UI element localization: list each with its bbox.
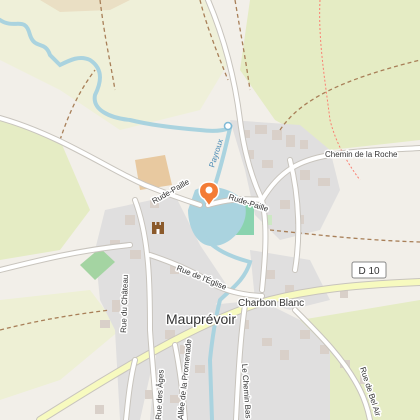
building — [286, 135, 295, 147]
building — [130, 250, 141, 259]
map-svg[interactable]: D 10 Chemin de la Roche Rude-Paille Rude… — [0, 0, 420, 420]
map-canvas[interactable]: D 10 Chemin de la Roche Rude-Paille Rude… — [0, 0, 420, 420]
building — [255, 125, 267, 134]
building — [272, 130, 282, 140]
building — [280, 200, 290, 209]
building — [262, 338, 272, 346]
building — [95, 405, 104, 414]
road-badge-label: D 10 — [358, 266, 380, 277]
building — [195, 365, 205, 373]
label-chemin-roche: Chemin de la Roche — [325, 150, 398, 159]
building — [318, 178, 330, 186]
water-point-icon[interactable] — [223, 121, 233, 131]
label-charbon-blanc: Charbon Blanc — [238, 298, 304, 309]
building — [262, 160, 273, 168]
castle-icon[interactable] — [152, 222, 164, 234]
building — [300, 140, 308, 149]
road-badge-d10: D 10 — [351, 261, 387, 279]
building — [280, 350, 289, 360]
building — [100, 320, 110, 328]
building — [125, 215, 135, 225]
building — [300, 330, 310, 339]
building — [112, 300, 120, 312]
building — [300, 170, 310, 180]
label-town: Mauprévoir — [166, 311, 236, 327]
